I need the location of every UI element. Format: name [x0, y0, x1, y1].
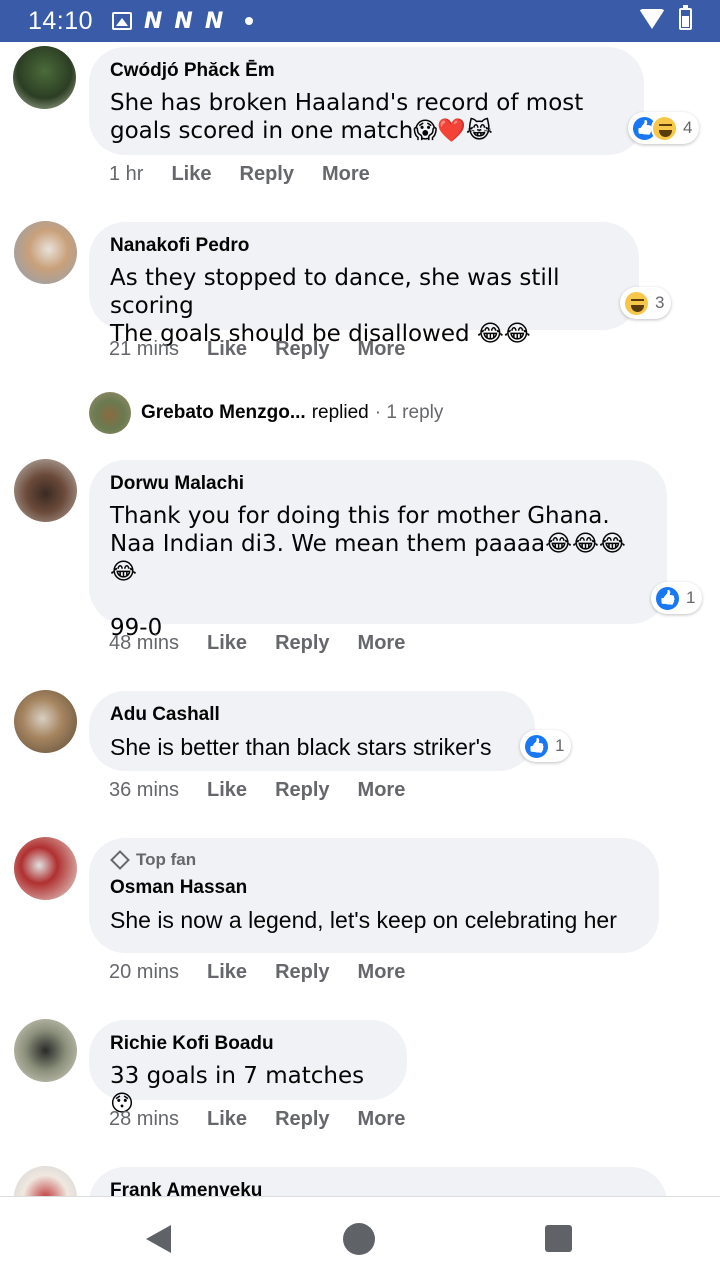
wifi-icon — [639, 9, 665, 29]
comment-time[interactable]: 21 mins — [109, 338, 179, 361]
reply-button[interactable]: Reply — [275, 961, 329, 984]
like-button[interactable]: Like — [207, 338, 247, 361]
replies-link[interactable]: Grebato Menzgo... replied · 1 reply — [89, 392, 443, 434]
comment-actions: 28 mins Like Reply More — [109, 1108, 433, 1131]
avatar[interactable] — [13, 46, 76, 109]
back-button[interactable] — [146, 1225, 171, 1253]
haha-reaction-icon — [651, 114, 678, 142]
avatar[interactable] — [14, 221, 77, 284]
comment-actions: 21 mins Like Reply More — [109, 338, 433, 361]
reply-button[interactable]: Reply — [275, 338, 329, 361]
reply-verb: replied — [311, 402, 369, 423]
gallery-icon — [112, 12, 132, 30]
like-button[interactable]: Like — [207, 779, 247, 802]
comment-bubble[interactable]: Cwódjó Phăck Ēm She has broken Haaland's… — [89, 47, 644, 155]
more-button[interactable]: More — [358, 632, 406, 655]
reply-author: Grebato Menzgo... — [141, 402, 306, 423]
comment-time[interactable]: 1 hr — [109, 163, 143, 186]
comment-bubble[interactable]: Adu Cashall She is better than black sta… — [89, 691, 535, 771]
comment-bubble[interactable]: Top fan Osman Hassan She is now a legend… — [89, 838, 659, 953]
reaction-count: 1 — [555, 736, 565, 755]
comment-author[interactable]: Dorwu Malachi — [110, 472, 647, 495]
comment-author[interactable]: Osman Hassan — [110, 876, 639, 899]
reaction-count: 4 — [683, 118, 693, 137]
navigation-bar — [0, 1196, 720, 1280]
comment-time[interactable]: 36 mins — [109, 779, 179, 802]
comment-author[interactable]: Cwódjó Phăck Ēm — [110, 59, 624, 82]
reaction-summary[interactable]: 1 — [520, 730, 572, 762]
notification-icons: N N N — [112, 8, 254, 34]
comment-text: She is better than black stars striker's — [110, 734, 492, 760]
comment-text: As they stopped to dance, she was still … — [110, 265, 560, 347]
reaction-summary[interactable]: 4 — [628, 112, 700, 144]
comment-bubble[interactable]: Nanakofi Pedro As they stopped to dance,… — [89, 222, 639, 347]
comment-author[interactable]: Richie Kofi Boadu — [110, 1032, 387, 1055]
system-icons — [639, 5, 692, 30]
like-reaction-icon — [654, 584, 681, 612]
battery-icon — [679, 5, 692, 30]
avatar[interactable] — [14, 459, 77, 522]
more-button[interactable]: More — [358, 779, 406, 802]
comment-actions: 36 mins Like Reply More — [109, 779, 433, 802]
reply-avatar — [89, 392, 131, 434]
badge-label: Top fan — [136, 850, 197, 869]
haha-reaction-icon — [623, 289, 650, 317]
comment-text: Thank you for doing this for mother Ghan… — [110, 503, 626, 641]
comment-time[interactable]: 28 mins — [109, 1108, 179, 1131]
like-button[interactable]: Like — [207, 961, 247, 984]
notification-n-icon: N — [174, 8, 193, 34]
screen: 14:10 N N N Cwódjó Phăck Ēm She has brok… — [0, 0, 720, 1280]
notification-n-icon: N — [144, 8, 163, 34]
comment-actions: 1 hr Like Reply More — [109, 163, 398, 186]
home-button[interactable] — [343, 1223, 375, 1255]
diamond-icon — [110, 850, 130, 870]
comment-actions: 20 mins Like Reply More — [109, 961, 433, 984]
reply-count: · 1 reply — [374, 402, 444, 423]
comment-time[interactable]: 20 mins — [109, 961, 179, 984]
top-fan-badge[interactable]: Top fan — [110, 850, 639, 870]
comment-bubble[interactable]: Richie Kofi Boadu 33 goals in 7 matches … — [89, 1020, 407, 1117]
comment-text: She is now a legend, let's keep on celeb… — [110, 907, 617, 933]
status-time: 14:10 — [28, 7, 94, 35]
reaction-summary[interactable]: 1 — [651, 582, 703, 614]
comment-text: She has broken Haaland's record of most … — [110, 90, 584, 144]
like-button[interactable]: Like — [207, 1108, 247, 1131]
comment-actions: 48 mins Like Reply More — [109, 632, 433, 655]
reaction-count: 3 — [655, 293, 665, 312]
like-button[interactable]: Like — [207, 632, 247, 655]
more-button[interactable]: More — [358, 338, 406, 361]
comment-time[interactable]: 48 mins — [109, 632, 179, 655]
notification-n-icon: N — [204, 8, 224, 34]
reaction-summary[interactable]: 3 — [620, 287, 672, 319]
status-bar: 14:10 N N N — [0, 0, 720, 42]
recents-button[interactable] — [545, 1225, 572, 1252]
avatar[interactable] — [14, 690, 77, 753]
reply-button[interactable]: Reply — [275, 632, 329, 655]
reaction-count: 1 — [686, 588, 696, 607]
comment-author[interactable]: Adu Cashall — [110, 703, 515, 726]
more-button[interactable]: More — [322, 163, 370, 186]
reply-button[interactable]: Reply — [240, 163, 294, 186]
like-reaction-icon — [523, 732, 550, 760]
avatar[interactable] — [14, 837, 77, 900]
like-button[interactable]: Like — [171, 163, 211, 186]
comment-bubble[interactable]: Dorwu Malachi Thank you for doing this f… — [89, 460, 667, 641]
reply-button[interactable]: Reply — [275, 1108, 329, 1131]
more-button[interactable]: More — [358, 1108, 406, 1131]
more-button[interactable]: More — [358, 961, 406, 984]
comment-author[interactable]: Nanakofi Pedro — [110, 234, 619, 257]
more-notifications-dot-icon — [245, 17, 254, 25]
reply-button[interactable]: Reply — [275, 779, 329, 802]
avatar[interactable] — [14, 1019, 77, 1082]
